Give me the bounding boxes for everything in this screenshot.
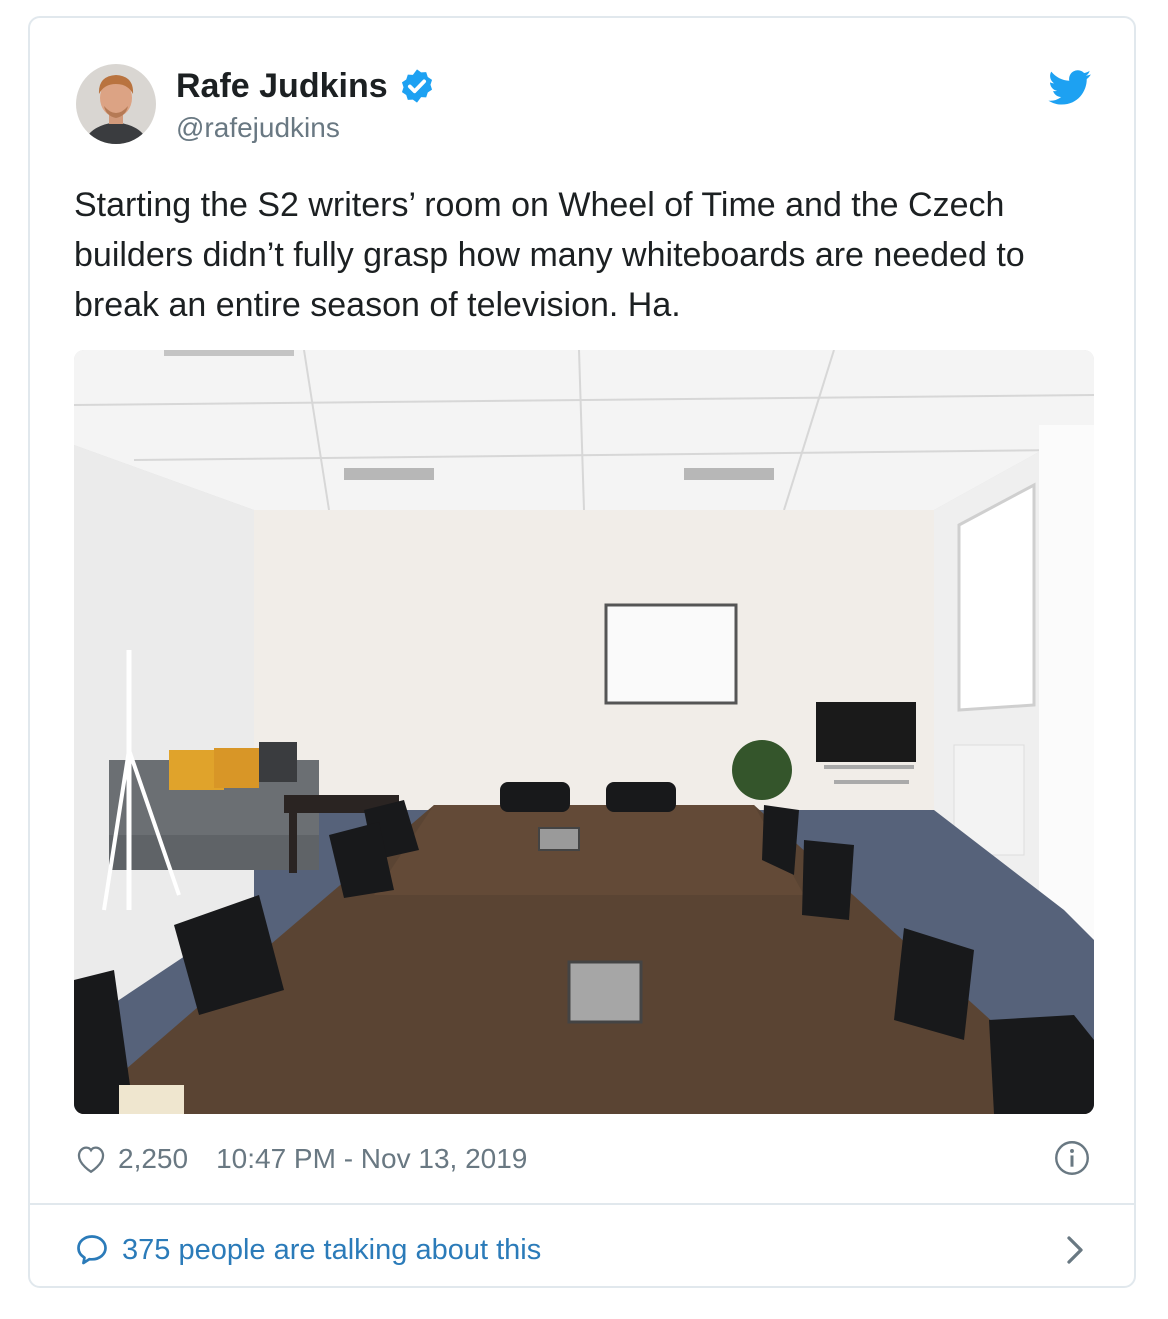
tweet-card[interactable]: Rafe Judkins @rafejudkins Starting the S…	[28, 16, 1136, 1288]
tweet-timestamp[interactable]: 10:47 PM - Nov 13, 2019	[216, 1143, 527, 1175]
speech-bubble-icon	[77, 1235, 107, 1265]
avatar[interactable]	[76, 64, 156, 144]
tweet-text: Starting the S2 writers’ room on Wheel o…	[74, 186, 1025, 324]
chevron-right-icon[interactable]	[1060, 1232, 1090, 1268]
like-count[interactable]: 2,250	[118, 1143, 188, 1175]
heart-icon[interactable]	[74, 1142, 108, 1176]
tweet-photo[interactable]	[74, 350, 1094, 1114]
divider	[30, 1203, 1134, 1205]
author-name[interactable]: Rafe Judkins	[176, 67, 388, 106]
conference-room-photo	[74, 350, 1094, 1114]
author-handle[interactable]: @rafejudkins	[176, 112, 340, 144]
info-icon[interactable]	[1054, 1140, 1090, 1176]
conversation-link[interactable]: 375 people are talking about this	[74, 1228, 541, 1272]
conversation-count[interactable]: 375 people are talking about this	[122, 1234, 541, 1267]
twitter-bird-icon[interactable]	[1048, 70, 1092, 106]
verified-badge-icon	[401, 69, 432, 103]
